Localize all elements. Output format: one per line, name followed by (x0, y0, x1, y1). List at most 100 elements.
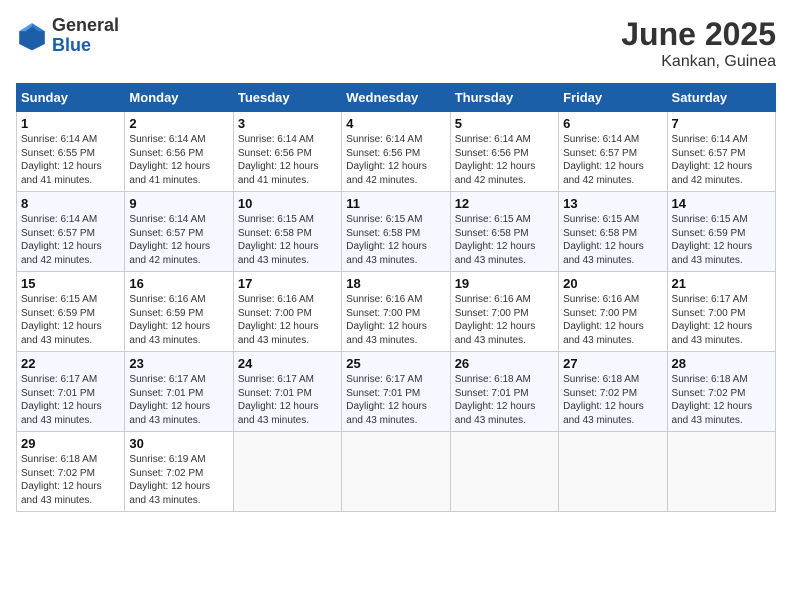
table-row: 16 Sunrise: 6:16 AM Sunset: 6:59 PM Dayl… (125, 272, 233, 352)
table-row: 30 Sunrise: 6:19 AM Sunset: 7:02 PM Dayl… (125, 432, 233, 512)
day-info: Sunrise: 6:18 AM Sunset: 7:02 PM Dayligh… (563, 373, 662, 427)
calendar-table: Sunday Monday Tuesday Wednesday Thursday… (16, 83, 776, 512)
table-row: 19 Sunrise: 6:16 AM Sunset: 7:00 PM Dayl… (450, 272, 558, 352)
page-header: General Blue June 2025 Kankan, Guinea (16, 16, 776, 71)
day-number: 23 (129, 356, 228, 371)
day-info: Sunrise: 6:15 AM Sunset: 6:58 PM Dayligh… (563, 213, 662, 267)
calendar-header-row: Sunday Monday Tuesday Wednesday Thursday… (17, 84, 776, 112)
table-row: 22 Sunrise: 6:17 AM Sunset: 7:01 PM Dayl… (17, 352, 125, 432)
logo-text: General Blue (52, 16, 119, 56)
table-row: 27 Sunrise: 6:18 AM Sunset: 7:02 PM Dayl… (559, 352, 667, 432)
day-info: Sunrise: 6:14 AM Sunset: 6:56 PM Dayligh… (346, 133, 445, 187)
day-info: Sunrise: 6:14 AM Sunset: 6:56 PM Dayligh… (129, 133, 228, 187)
day-info: Sunrise: 6:18 AM Sunset: 7:02 PM Dayligh… (21, 453, 120, 507)
day-info: Sunrise: 6:18 AM Sunset: 7:01 PM Dayligh… (455, 373, 554, 427)
table-row (342, 432, 450, 512)
calendar-week-row: 15 Sunrise: 6:15 AM Sunset: 6:59 PM Dayl… (17, 272, 776, 352)
day-number: 8 (21, 196, 120, 211)
table-row (450, 432, 558, 512)
table-row: 29 Sunrise: 6:18 AM Sunset: 7:02 PM Dayl… (17, 432, 125, 512)
day-info: Sunrise: 6:16 AM Sunset: 6:59 PM Dayligh… (129, 293, 228, 347)
table-row: 10 Sunrise: 6:15 AM Sunset: 6:58 PM Dayl… (233, 192, 341, 272)
day-number: 18 (346, 276, 445, 291)
calendar-week-row: 29 Sunrise: 6:18 AM Sunset: 7:02 PM Dayl… (17, 432, 776, 512)
day-number: 30 (129, 436, 228, 451)
logo-blue-text: Blue (52, 36, 119, 56)
table-row: 17 Sunrise: 6:16 AM Sunset: 7:00 PM Dayl… (233, 272, 341, 352)
logo: General Blue (16, 16, 119, 56)
day-number: 26 (455, 356, 554, 371)
col-thursday: Thursday (450, 84, 558, 112)
table-row: 6 Sunrise: 6:14 AM Sunset: 6:57 PM Dayli… (559, 112, 667, 192)
day-number: 27 (563, 356, 662, 371)
table-row: 8 Sunrise: 6:14 AM Sunset: 6:57 PM Dayli… (17, 192, 125, 272)
month-title: June 2025 (621, 16, 776, 53)
title-block: June 2025 Kankan, Guinea (621, 16, 776, 71)
col-tuesday: Tuesday (233, 84, 341, 112)
table-row: 11 Sunrise: 6:15 AM Sunset: 6:58 PM Dayl… (342, 192, 450, 272)
day-number: 12 (455, 196, 554, 211)
table-row: 4 Sunrise: 6:14 AM Sunset: 6:56 PM Dayli… (342, 112, 450, 192)
day-info: Sunrise: 6:16 AM Sunset: 7:00 PM Dayligh… (455, 293, 554, 347)
logo-icon (16, 20, 48, 52)
col-wednesday: Wednesday (342, 84, 450, 112)
day-number: 24 (238, 356, 337, 371)
table-row: 24 Sunrise: 6:17 AM Sunset: 7:01 PM Dayl… (233, 352, 341, 432)
day-number: 7 (672, 116, 771, 131)
col-friday: Friday (559, 84, 667, 112)
day-number: 25 (346, 356, 445, 371)
table-row: 3 Sunrise: 6:14 AM Sunset: 6:56 PM Dayli… (233, 112, 341, 192)
table-row: 25 Sunrise: 6:17 AM Sunset: 7:01 PM Dayl… (342, 352, 450, 432)
day-info: Sunrise: 6:16 AM Sunset: 7:00 PM Dayligh… (346, 293, 445, 347)
day-info: Sunrise: 6:15 AM Sunset: 6:58 PM Dayligh… (455, 213, 554, 267)
table-row (667, 432, 775, 512)
table-row: 14 Sunrise: 6:15 AM Sunset: 6:59 PM Dayl… (667, 192, 775, 272)
table-row (559, 432, 667, 512)
day-info: Sunrise: 6:14 AM Sunset: 6:56 PM Dayligh… (455, 133, 554, 187)
day-info: Sunrise: 6:14 AM Sunset: 6:57 PM Dayligh… (129, 213, 228, 267)
table-row: 9 Sunrise: 6:14 AM Sunset: 6:57 PM Dayli… (125, 192, 233, 272)
day-info: Sunrise: 6:14 AM Sunset: 6:56 PM Dayligh… (238, 133, 337, 187)
day-info: Sunrise: 6:14 AM Sunset: 6:57 PM Dayligh… (563, 133, 662, 187)
location-title: Kankan, Guinea (621, 53, 776, 71)
day-info: Sunrise: 6:17 AM Sunset: 7:01 PM Dayligh… (129, 373, 228, 427)
day-number: 2 (129, 116, 228, 131)
table-row: 18 Sunrise: 6:16 AM Sunset: 7:00 PM Dayl… (342, 272, 450, 352)
table-row (233, 432, 341, 512)
table-row: 23 Sunrise: 6:17 AM Sunset: 7:01 PM Dayl… (125, 352, 233, 432)
day-info: Sunrise: 6:17 AM Sunset: 7:00 PM Dayligh… (672, 293, 771, 347)
day-number: 9 (129, 196, 228, 211)
day-number: 5 (455, 116, 554, 131)
table-row: 12 Sunrise: 6:15 AM Sunset: 6:58 PM Dayl… (450, 192, 558, 272)
day-number: 22 (21, 356, 120, 371)
day-number: 1 (21, 116, 120, 131)
table-row: 28 Sunrise: 6:18 AM Sunset: 7:02 PM Dayl… (667, 352, 775, 432)
day-number: 10 (238, 196, 337, 211)
table-row: 2 Sunrise: 6:14 AM Sunset: 6:56 PM Dayli… (125, 112, 233, 192)
table-row: 13 Sunrise: 6:15 AM Sunset: 6:58 PM Dayl… (559, 192, 667, 272)
day-number: 20 (563, 276, 662, 291)
day-info: Sunrise: 6:18 AM Sunset: 7:02 PM Dayligh… (672, 373, 771, 427)
day-info: Sunrise: 6:15 AM Sunset: 6:59 PM Dayligh… (21, 293, 120, 347)
col-saturday: Saturday (667, 84, 775, 112)
calendar-week-row: 1 Sunrise: 6:14 AM Sunset: 6:55 PM Dayli… (17, 112, 776, 192)
day-number: 6 (563, 116, 662, 131)
day-info: Sunrise: 6:19 AM Sunset: 7:02 PM Dayligh… (129, 453, 228, 507)
day-info: Sunrise: 6:15 AM Sunset: 6:58 PM Dayligh… (346, 213, 445, 267)
day-number: 29 (21, 436, 120, 451)
day-info: Sunrise: 6:15 AM Sunset: 6:59 PM Dayligh… (672, 213, 771, 267)
day-info: Sunrise: 6:14 AM Sunset: 6:57 PM Dayligh… (21, 213, 120, 267)
calendar-week-row: 22 Sunrise: 6:17 AM Sunset: 7:01 PM Dayl… (17, 352, 776, 432)
day-number: 19 (455, 276, 554, 291)
day-info: Sunrise: 6:14 AM Sunset: 6:55 PM Dayligh… (21, 133, 120, 187)
day-info: Sunrise: 6:15 AM Sunset: 6:58 PM Dayligh… (238, 213, 337, 267)
calendar-week-row: 8 Sunrise: 6:14 AM Sunset: 6:57 PM Dayli… (17, 192, 776, 272)
day-info: Sunrise: 6:16 AM Sunset: 7:00 PM Dayligh… (563, 293, 662, 347)
day-info: Sunrise: 6:17 AM Sunset: 7:01 PM Dayligh… (238, 373, 337, 427)
day-number: 21 (672, 276, 771, 291)
table-row: 20 Sunrise: 6:16 AM Sunset: 7:00 PM Dayl… (559, 272, 667, 352)
day-number: 4 (346, 116, 445, 131)
col-sunday: Sunday (17, 84, 125, 112)
day-number: 15 (21, 276, 120, 291)
table-row: 1 Sunrise: 6:14 AM Sunset: 6:55 PM Dayli… (17, 112, 125, 192)
